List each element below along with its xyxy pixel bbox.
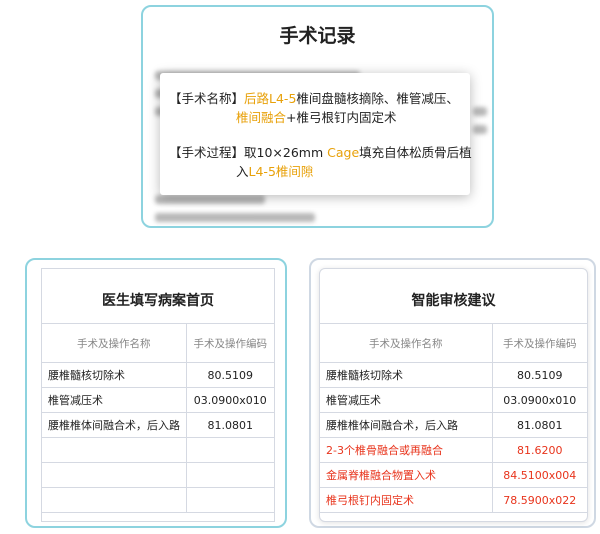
surgery-process-label: 【手术过程】: [169, 145, 245, 160]
procedure-name: [42, 487, 187, 513]
table-row: 椎管减压术 03.0900x010: [320, 387, 587, 413]
surgery-name-label: 【手术名称】: [169, 91, 245, 106]
doctor-filled-table: 手术及操作名称 手术及操作编码 腰椎髓核切除术 80.5109 椎管减压术 03.0…: [42, 323, 274, 513]
table-row: [42, 462, 274, 488]
procedure-code: [186, 462, 274, 488]
surgery-process-text: 入: [236, 164, 249, 179]
table-row: 腰椎髓核切除术 80.5109: [42, 362, 274, 388]
procedure-code: 81.0801: [491, 412, 587, 438]
procedure-code: 03.0900x010: [186, 387, 274, 413]
column-header-code: 手术及操作编码: [491, 323, 587, 363]
procedure-name: 腰椎椎体间融合术，后入路: [320, 412, 493, 438]
highlight-space: L4-5椎间隙: [248, 164, 314, 179]
doctor-filled-panel: 医生填写病案首页 手术及操作名称 手术及操作编码 腰椎髓核切除术 80.5109 …: [41, 268, 275, 522]
blurred-text: [473, 107, 487, 116]
smart-review-title: 智能审核建议: [411, 293, 496, 309]
procedure-name: 腰椎髓核切除术: [42, 362, 187, 388]
column-header-name: 手术及操作名称: [320, 323, 493, 363]
surgery-name-line-1: 【手术名称】后路L4-5椎间盘髓核摘除、椎管减压、: [169, 89, 459, 108]
highlight-fusion: 椎间融合: [236, 110, 287, 125]
procedure-code: [186, 437, 274, 463]
suggested-row: 2-3个椎骨融合或再融合 81.6200: [320, 437, 587, 463]
surgery-detail-popup: 【手术名称】后路L4-5椎间盘髓核摘除、椎管减压、 椎间融合+椎弓根钉内固定术 …: [160, 73, 472, 195]
surgery-name-text: 椎间盘髓核摘除、椎管减压、: [296, 91, 459, 106]
doctor-filled-card: 医生填写病案首页 手术及操作名称 手术及操作编码 腰椎髓核切除术 80.5109 …: [25, 258, 287, 528]
suggested-row: 椎弓根钉内固定术 78.5900x022: [320, 487, 587, 513]
procedure-code: 81.0801: [186, 412, 274, 438]
surgery-process-text: 填充自体松质骨后植: [359, 145, 472, 160]
suggested-row: 金属脊椎融合物置入术 84.5100x004: [320, 462, 587, 488]
table-row: 椎管减压术 03.0900x010: [42, 387, 274, 413]
highlight-level: 后路L4-5: [244, 91, 297, 106]
blurred-text: [155, 195, 265, 204]
procedure-name: [42, 462, 187, 488]
suggested-procedure-name: 2-3个椎骨融合或再融合: [320, 437, 493, 463]
surgery-process-text: 取10×26mm: [244, 145, 328, 160]
doctor-filled-title: 医生填写病案首页: [102, 293, 214, 309]
table-row: [42, 437, 274, 463]
surgery-record-title: 手术记录: [279, 25, 356, 47]
suggested-procedure-code: 84.5100x004: [491, 462, 587, 488]
highlight-cage: Cage: [327, 145, 360, 160]
surgery-process-line-1: 【手术过程】取10×26mm Cage填充自体松质骨后植: [169, 143, 472, 162]
blurred-text: [155, 213, 315, 222]
blurred-text: [473, 125, 487, 134]
smart-review-table: 手术及操作名称 手术及操作编码 腰椎髓核切除术 80.5109 椎管减压术 03.0…: [320, 323, 587, 513]
procedure-name: 椎管减压术: [320, 387, 493, 413]
table-row: 腰椎椎体间融合术，后入路 81.0801: [320, 412, 587, 438]
suggested-procedure-code: 78.5900x022: [491, 487, 587, 513]
table-row: 腰椎髓核切除术 80.5109: [320, 362, 587, 388]
table-header-row: 手术及操作名称 手术及操作编码: [320, 323, 587, 363]
procedure-code: 03.0900x010: [491, 387, 587, 413]
procedure-code: 80.5109: [491, 362, 587, 388]
surgery-name-text: +椎弓根钉内固定术: [286, 110, 397, 125]
smart-review-panel: 智能审核建议 手术及操作名称 手术及操作编码 腰椎髓核切除术 80.5109 椎管…: [319, 268, 588, 522]
suggested-procedure-code: 81.6200: [491, 437, 587, 463]
column-header-code: 手术及操作编码: [186, 323, 274, 363]
procedure-code: [186, 487, 274, 513]
table-row: [42, 487, 274, 513]
procedure-name: [42, 437, 187, 463]
column-header-name: 手术及操作名称: [42, 323, 187, 363]
procedure-name: 腰椎椎体间融合术，后入路: [42, 412, 187, 438]
table-header-row: 手术及操作名称 手术及操作编码: [42, 323, 274, 363]
suggested-procedure-name: 椎弓根钉内固定术: [320, 487, 493, 513]
procedure-name: 椎管减压术: [42, 387, 187, 413]
smart-review-card: 智能审核建议 手术及操作名称 手术及操作编码 腰椎髓核切除术 80.5109 椎管…: [309, 258, 596, 528]
procedure-name: 腰椎髓核切除术: [320, 362, 493, 388]
suggested-procedure-name: 金属脊椎融合物置入术: [320, 462, 493, 488]
surgery-name-line-2: 椎间融合+椎弓根钉内固定术: [236, 108, 397, 127]
table-row: 腰椎椎体间融合术，后入路 81.0801: [42, 412, 274, 438]
procedure-code: 80.5109: [186, 362, 274, 388]
surgery-process-line-2: 入L4-5椎间隙: [236, 162, 313, 181]
